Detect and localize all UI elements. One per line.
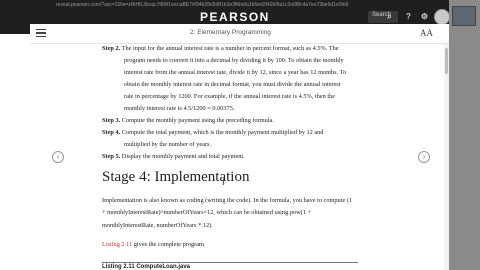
settings-icon[interactable]: ⚙ [419,11,430,22]
code-line: monthlyInterestRate, numberOfYears * 12)… [102,222,213,229]
divider [102,262,358,263]
step-label: Step 5. [102,153,121,160]
step-label: Step 4. [102,129,121,136]
step-3: Step 3. Compute the monthly payment usin… [102,117,274,124]
step-text: Display the monthly payment and total pa… [121,153,245,160]
brand-logo: PEARSON [200,10,270,24]
paragraph-text: gives the complete program. [132,241,206,248]
step-text: Compute the monthly payment using the pr… [121,117,274,124]
paragraph-line: Implementation is also known as coding (… [102,197,353,204]
step-2: Step 2. The input for the annual interes… [102,45,339,52]
scrollbar[interactable] [444,44,449,270]
next-page-button[interactable]: › [418,151,430,163]
address-bar[interactable]: reveal.pearson.com/?asc=2i2ie=zfAHfL2bcq… [56,2,356,8]
mouse-cursor-icon: I [222,178,225,188]
step-4: Step 4. Compute the total payment, which… [102,129,323,136]
step-text: The input for the annual interest rate i… [121,45,339,52]
step-label: Step 3. [102,117,121,124]
paragraph-line: + monthlyInterestRate)^numberOfYears×12,… [102,209,312,216]
paragraph-listing: Listing 2.11 gives the complete program. [102,241,205,248]
menu-icon[interactable] [36,29,46,37]
prev-page-button[interactable]: ‹ [52,151,64,163]
font-size-icon[interactable]: AA [420,28,433,38]
step-text: interest rate from the annual interest r… [124,69,347,76]
step-label: Step 2. [102,45,121,52]
chapter-title: 2: Elementary Programming [190,29,271,36]
section-heading: Stage 4: Implementation [102,169,250,185]
step-text: obtain the monthly interest rate in deci… [124,81,341,88]
listing-caption: Listing 2.11 ComputeLoan.java [102,264,191,270]
step-text: Compute the total payment, which is the … [121,129,324,136]
help-icon[interactable]: ? [403,11,414,22]
step-text: program needs to convert it into a decim… [124,57,344,64]
webcam-thumbnail [452,6,476,26]
listing-link[interactable]: Listing 2.11 [102,241,132,248]
side-panel [449,0,480,270]
step-text: rate in percentage by 1200. For example,… [124,93,336,100]
step-5: Step 5. Display the monthly payment and … [102,153,245,160]
scrollbar-thumb[interactable] [445,48,448,74]
search-icon[interactable]: ⌕ [384,11,395,22]
step-text: monthly interest rate is 4.5/1200 = 0.00… [124,105,235,112]
user-icon[interactable] [434,9,450,25]
step-text: multiplied by the number of years. [124,141,212,148]
